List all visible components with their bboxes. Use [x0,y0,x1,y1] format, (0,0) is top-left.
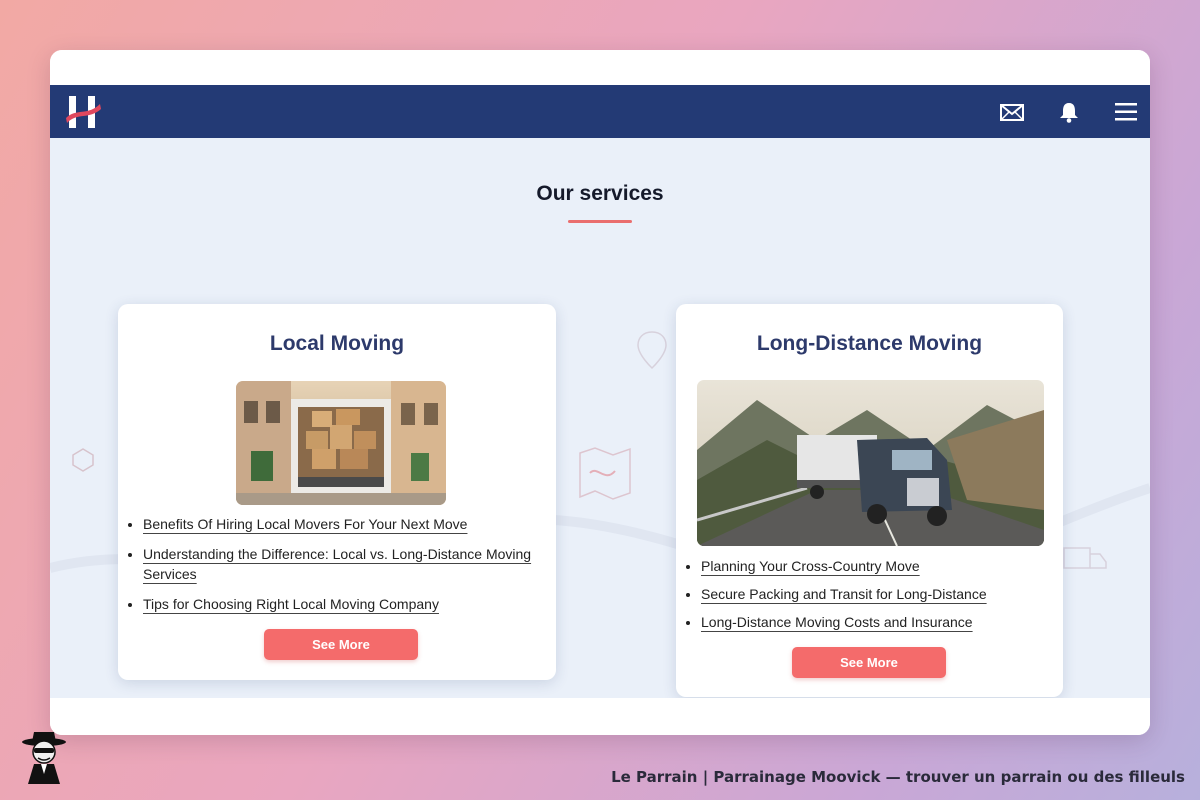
article-link[interactable]: Long-Distance Moving Costs and Insurance [701,614,973,630]
card-title: Long-Distance Moving [756,332,983,355]
navbar [50,85,1150,138]
list-item: Long-Distance Moving Costs and Insurance [701,612,1071,632]
browser-window: Our services Local Moving • Benefits Of … [50,50,1150,735]
card-title: Local Moving [269,332,405,355]
list-item: Secure Packing and Transit for Long-Dist… [701,584,1071,604]
logo-h-icon[interactable] [64,92,104,132]
article-link[interactable]: Tips for Choosing Right Local Moving Com… [143,596,439,612]
title-underline [568,220,632,223]
article-link[interactable]: Understanding the Difference: Local vs. … [143,546,531,582]
top-strip [50,50,1150,85]
bottom-strip [50,698,1150,735]
mascot-detective-icon [22,732,66,784]
article-link[interactable]: Planning Your Cross-Country Move [701,558,920,574]
list-item: Understanding the Difference: Local vs. … [143,544,553,584]
section-title: Our services [536,182,664,205]
list-item: Planning Your Cross-Country Move [701,556,1071,576]
long-distance-moving-card: Long-Distance Moving • Planning Your Cro… [676,304,1063,697]
menu-icon[interactable] [1112,98,1140,126]
mail-icon[interactable] [998,98,1026,126]
map-decor-icon [579,447,631,500]
local-moving-card: Local Moving • Benefits Of Hiring Local … [118,304,556,680]
local-moving-links: Benefits Of Hiring Local Movers For Your… [118,514,553,624]
article-link[interactable]: Benefits Of Hiring Local Movers For Your… [143,516,467,532]
semi-truck-mountain-road-image [697,380,1044,546]
boxes-decor-icon [72,448,94,472]
article-link[interactable]: Secure Packing and Transit for Long-Dist… [701,586,987,602]
list-item: Benefits Of Hiring Local Movers For Your… [143,514,553,534]
moving-van-street-image [236,381,446,505]
long-distance-links: Planning Your Cross-Country Move Secure … [676,556,1071,640]
bell-icon[interactable] [1055,98,1083,126]
list-item: Tips for Choosing Right Local Moving Com… [143,594,553,614]
see-more-button[interactable]: See More [264,629,418,660]
location-pin-decor-icon [637,331,667,370]
page-caption: Le Parrain | Parrainage Moovick — trouve… [611,768,1185,786]
services-section: Our services Local Moving • Benefits Of … [50,138,1150,698]
see-more-button[interactable]: See More [792,647,946,678]
